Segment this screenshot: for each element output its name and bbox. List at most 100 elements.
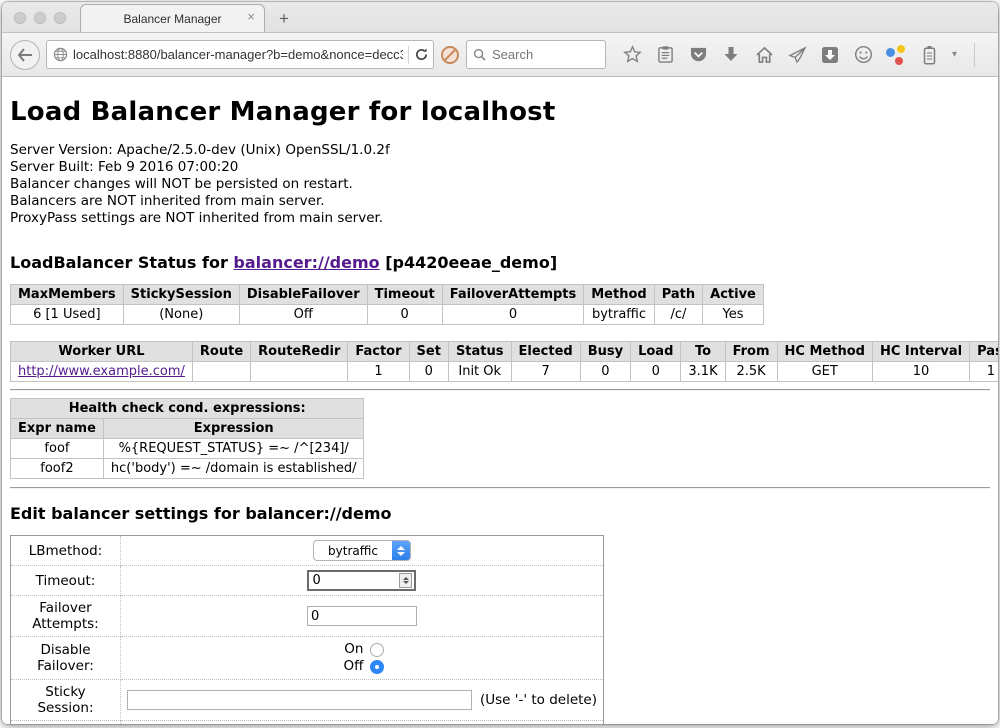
balancer-data-row: 6 [1 Used] (None) Off 0 0 bytraffic /c/ … (11, 305, 764, 325)
worker-header-row: Worker URL Route RouteRedir Factor Set S… (11, 342, 999, 362)
disable-failover-label: Disable Failover: (11, 637, 121, 680)
tab-bar: Balancer Manager × + (2, 2, 998, 33)
tab-title: Balancer Manager (123, 12, 221, 26)
cell-expr-name: foof (11, 439, 104, 459)
col-load: Load (631, 342, 681, 362)
cell-routeredir (251, 362, 348, 382)
cell-load: 0 (631, 362, 681, 382)
col-route: Route (192, 342, 250, 362)
toolbar-icons: ▾ (622, 43, 998, 67)
failover-attempts-label: Failover Attempts: (11, 596, 121, 637)
loadbalancer-status-heading: LoadBalancer Status for balancer://demo … (10, 253, 990, 272)
cell-passes: 1 (0) (970, 362, 998, 382)
select-stepper-icon (392, 540, 410, 561)
server-info: Server Version: Apache/2.5.0-dev (Unix) … (10, 142, 990, 227)
health-table-title: Health check cond. expressions: (11, 399, 364, 419)
menu-icon[interactable] (992, 45, 998, 65)
reload-icon[interactable] (414, 47, 429, 62)
number-spinner-icon[interactable] (399, 573, 412, 588)
noscript-icon[interactable] (440, 45, 460, 65)
proxypass-note-line: ProxyPass settings are NOT inherited fro… (10, 210, 990, 227)
toolbar-separator (974, 43, 975, 67)
timeout-input[interactable] (309, 573, 399, 588)
cell-expr-name: foof2 (11, 459, 104, 479)
home-icon[interactable] (754, 45, 774, 65)
cell-stickysession: (None) (123, 305, 239, 325)
url-bar[interactable] (46, 40, 434, 69)
sticky-session-input[interactable] (127, 690, 472, 710)
tab-balancer-manager[interactable]: Balancer Manager × (80, 4, 265, 32)
close-window-button[interactable] (14, 12, 26, 24)
col-stickysession: StickySession (123, 285, 239, 305)
failover-off-radio[interactable] (370, 660, 384, 674)
cell-factor: 1 (348, 362, 409, 382)
balancer-header-row: MaxMembers StickySession DisableFailover… (11, 285, 764, 305)
edit-settings-heading: Edit balancer settings for balancer://de… (10, 504, 990, 523)
status-heading-suffix: [p4420eeae_demo] (380, 253, 558, 272)
server-built-line: Server Built: Feb 9 2016 07:00:20 (10, 159, 990, 176)
worker-data-row: http://www.example.com/ 1 0 Init Ok 7 0 … (11, 362, 999, 382)
lbmethod-selected-value: bytraffic (314, 544, 392, 558)
health-header-row: Expr name Expression (11, 419, 364, 439)
cell-path: /c/ (654, 305, 702, 325)
feedback-smiley-icon[interactable] (853, 45, 873, 65)
col-active: Active (703, 285, 764, 305)
new-tab-button[interactable]: + (279, 10, 289, 27)
cell-hc-method: GET (777, 362, 872, 382)
failover-on-radio[interactable] (370, 643, 384, 657)
cell-active: Yes (703, 305, 764, 325)
sticky-session-label: Sticky Session: (11, 680, 121, 721)
reading-list-icon[interactable] (655, 45, 675, 65)
col-method: Method (584, 285, 654, 305)
col-hc-interval: HC Interval (872, 342, 969, 362)
urlbar-divider (408, 46, 409, 64)
video-download-icon[interactable] (820, 45, 840, 65)
lbmethod-select[interactable]: bytraffic (313, 540, 411, 561)
tab-close-icon[interactable]: × (247, 10, 255, 23)
balancer-status-table: MaxMembers StickySession DisableFailover… (10, 284, 764, 325)
cell-disablefailover: Off (239, 305, 367, 325)
col-path: Path (654, 285, 702, 305)
back-arrow-icon (17, 48, 33, 62)
failover-off-option: Off (127, 658, 597, 675)
send-icon[interactable] (787, 45, 807, 65)
col-set: Set (409, 342, 448, 362)
cell-failoverattempts: 0 (442, 305, 584, 325)
minimize-window-button[interactable] (34, 12, 46, 24)
cell-elected: 7 (511, 362, 580, 382)
divider (10, 389, 990, 391)
health-row-foof2: foof2 hc('body') =~ /domain is establish… (11, 459, 364, 479)
url-input[interactable] (73, 47, 403, 62)
pocket-icon[interactable] (688, 45, 708, 65)
chevron-down-icon[interactable]: ▾ (952, 49, 957, 60)
bookmark-star-icon[interactable] (622, 45, 642, 65)
search-input[interactable] (492, 47, 599, 62)
col-hc-method: HC Method (777, 342, 872, 362)
back-button[interactable] (10, 40, 40, 70)
col-elected: Elected (511, 342, 580, 362)
worker-table: Worker URL Route RouteRedir Factor Set S… (10, 341, 998, 382)
on-label: On (339, 641, 363, 658)
health-title-row: Health check cond. expressions: (11, 399, 364, 419)
download-icon[interactable] (721, 45, 741, 65)
worker-url-link[interactable]: http://www.example.com/ (18, 364, 185, 379)
col-factor: Factor (348, 342, 409, 362)
off-label: Off (339, 658, 363, 675)
cell-status: Init Ok (448, 362, 511, 382)
timeout-row: Timeout: (11, 566, 604, 596)
col-expression: Expression (103, 419, 364, 439)
failover-on-option: On (127, 641, 597, 658)
cell-expression: %{REQUEST_STATUS} =~ /^[234]/ (103, 439, 364, 459)
zoom-window-button[interactable] (54, 12, 66, 24)
server-version-line: Server Version: Apache/2.5.0-dev (Unix) … (10, 142, 990, 159)
timeout-input-wrap (307, 570, 416, 591)
extension-colorful-icon[interactable] (886, 45, 906, 65)
search-bar[interactable] (466, 40, 606, 69)
battery-extension-icon[interactable] (919, 45, 939, 65)
failover-attempts-input[interactable] (307, 606, 417, 626)
sticky-session-hint: (Use '-' to delete) (480, 692, 597, 708)
traffic-lights (14, 12, 66, 24)
balancer-demo-link[interactable]: balancer://demo (233, 253, 379, 272)
col-maxmembers: MaxMembers (11, 285, 124, 305)
cell-route (192, 362, 250, 382)
